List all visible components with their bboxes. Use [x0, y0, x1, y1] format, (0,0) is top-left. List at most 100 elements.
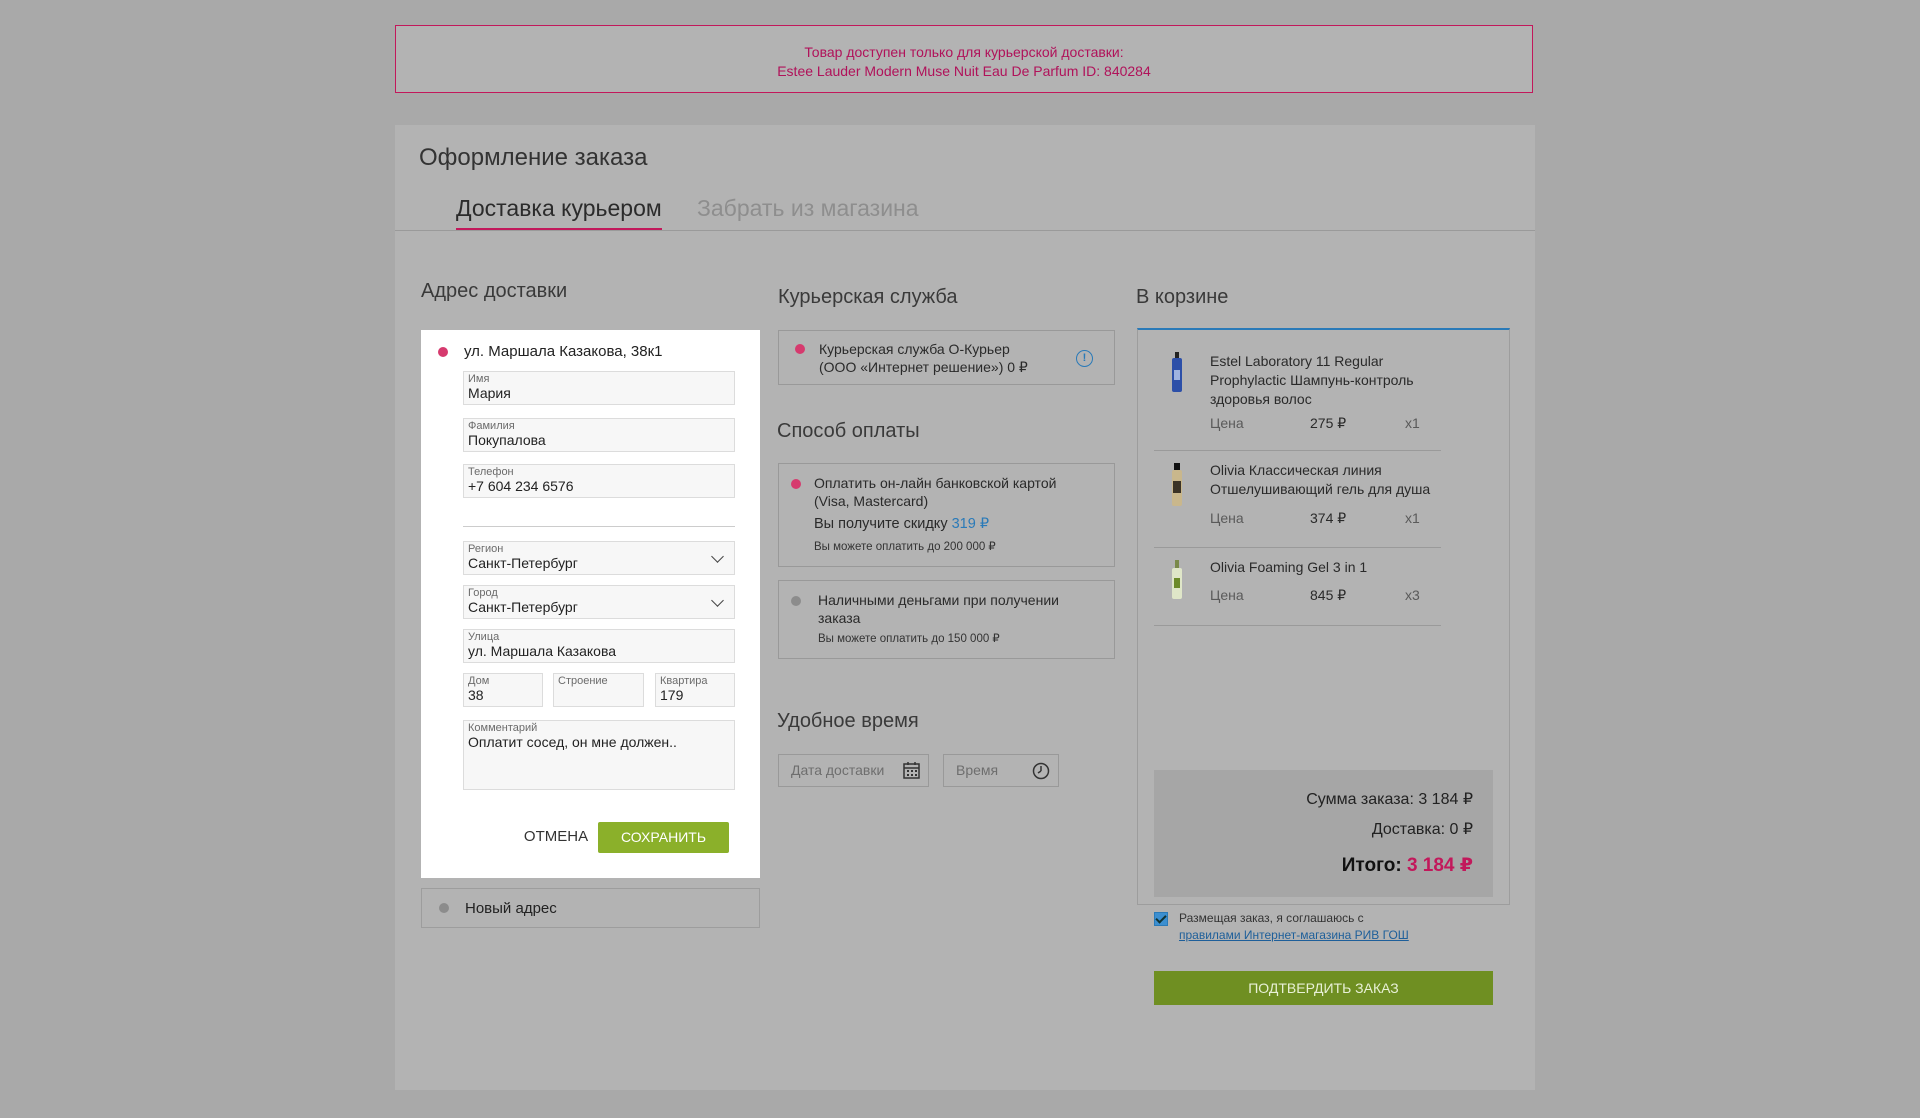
cash-line-2: заказа	[818, 610, 861, 626]
payment-online-option[interactable]: Оплатить он-лайн банковской картой (Visa…	[778, 463, 1115, 567]
delivery-time-placeholder: Время	[956, 762, 999, 778]
radio-selected-icon[interactable]	[791, 479, 801, 489]
tab-store-pickup[interactable]: Забрать из магазина	[697, 195, 919, 228]
radio-selected-icon[interactable]	[438, 346, 448, 357]
cart-item: Olivia Классическая линия Отшелушивающий…	[1154, 450, 1441, 548]
new-address-label: Новый адрес	[465, 899, 557, 917]
page-title: Оформление заказа	[419, 144, 648, 171]
region-value: Санкт-Петербург	[468, 555, 578, 571]
cart-item-qty: x1	[1405, 415, 1420, 431]
payment-cash-option[interactable]: Наличными деньгами при получении заказа …	[778, 580, 1115, 659]
tabs-divider	[395, 230, 1535, 231]
cart-item-name[interactable]: Estel Laboratory 11 Regular Prophylactic…	[1210, 352, 1450, 409]
region-label: Регион	[468, 543, 504, 555]
cart-item-qty: x1	[1405, 510, 1420, 526]
apartment-field[interactable]: Квартира 179	[655, 673, 735, 707]
delivery-date-placeholder: Дата доставки	[791, 762, 885, 778]
calendar-icon[interactable]	[903, 762, 920, 779]
terms-link[interactable]: правилами Интернет-магазина РИВ ГОШ	[1179, 928, 1409, 942]
terms-checkbox[interactable]	[1154, 912, 1168, 926]
cart-item-meta: Цена 374 ₽ x1	[1210, 510, 1420, 526]
save-button[interactable]: СОХРАНИТЬ	[598, 822, 729, 853]
cart-item-meta: Цена 845 ₽ x3	[1210, 587, 1420, 603]
price-label: Цена	[1210, 587, 1244, 603]
house-label: Дом	[468, 675, 490, 687]
cart-item-price: 374 ₽	[1310, 510, 1347, 526]
alert-banner: Товар доступен только для курьерской дос…	[395, 25, 1533, 93]
confirm-order-button[interactable]: ПОДТВЕРДИТЬ ЗАКАЗ	[1154, 971, 1493, 1005]
discount-value: 319 ₽	[951, 516, 990, 532]
cancel-button[interactable]: ОТМЕНА	[506, 821, 606, 853]
first-name-field[interactable]: Имя Мария	[463, 371, 735, 405]
building-field[interactable]: Строение	[553, 673, 644, 707]
cart-item-name[interactable]: Olivia Foaming Gel 3 in 1	[1210, 558, 1450, 577]
city-value: Санкт-Петербург	[468, 599, 578, 615]
form-divider	[463, 526, 735, 527]
region-select[interactable]: Регион Санкт-Петербург	[463, 541, 735, 575]
address-form-panel: ул. Маршала Казакова, 38к1 Имя Мария Фам…	[421, 330, 760, 878]
online-line-1: Оплатить он-лайн банковской картой	[814, 475, 1057, 491]
phone-label: Телефон	[468, 466, 514, 478]
house-value[interactable]: 38	[468, 687, 484, 703]
price-label: Цена	[1210, 510, 1244, 526]
first-name-value[interactable]: Мария	[468, 385, 511, 401]
first-name-label: Имя	[468, 373, 490, 385]
delivery-cost: Доставка: 0 ₽	[1371, 821, 1473, 838]
city-select[interactable]: Город Санкт-Петербург	[463, 585, 735, 619]
comment-value[interactable]: Оплатит сосед, он мне должен..	[468, 734, 677, 750]
payment-section-title: Способ оплаты	[777, 420, 920, 442]
cart-item-price: 845 ₽	[1310, 587, 1347, 603]
cash-line-1: Наличными деньгами при получении	[818, 592, 1059, 608]
street-field[interactable]: Улица ул. Маршала Казакова	[463, 629, 735, 663]
time-section-title: Удобное время	[777, 710, 919, 732]
courier-line-2: (ООО «Интернет решение») 0 ₽	[819, 359, 1028, 375]
street-value[interactable]: ул. Маршала Казакова	[468, 643, 616, 659]
street-label: Улица	[468, 631, 500, 643]
terms-prefix: Размещая заказ, я соглашаюсь с	[1179, 911, 1364, 925]
cart-item-price: 275 ₽	[1310, 415, 1347, 431]
cart-item-meta: Цена 275 ₽ x1	[1210, 415, 1420, 431]
cash-limit: Вы можете оплатить до 150 000 ₽	[818, 633, 1000, 645]
apartment-value[interactable]: 179	[660, 687, 683, 703]
last-name-value[interactable]: Покупалова	[468, 432, 546, 448]
product-thumbnail[interactable]	[1170, 352, 1184, 394]
clock-icon[interactable]	[1032, 762, 1050, 780]
courier-line-1: Курьерская служба О-Курьер	[819, 341, 1010, 357]
comment-textarea[interactable]: Комментарий Оплатит сосед, он мне должен…	[463, 720, 735, 790]
phone-field[interactable]: Телефон +7 604 234 6576	[463, 464, 735, 498]
last-name-label: Фамилия	[468, 420, 515, 432]
delivery-date-input[interactable]: Дата доставки	[778, 754, 929, 787]
building-label: Строение	[558, 675, 608, 687]
order-sum: Сумма заказа: 3 184 ₽	[1306, 791, 1473, 808]
order-total: Итого: 3 184 ₽	[1342, 854, 1473, 877]
phone-value[interactable]: +7 604 234 6576	[468, 478, 574, 494]
radio-unselected-icon[interactable]	[791, 596, 801, 606]
checkout-card: Оформление заказа Доставка курьером Забр…	[395, 125, 1535, 1090]
cart-section-title: В корзине	[1136, 286, 1229, 308]
discount-text: Вы получите скидку 319 ₽	[814, 515, 989, 533]
selected-address-label: ул. Маршала Казакова, 38к1	[464, 343, 663, 360]
info-icon[interactable]: !	[1076, 350, 1093, 367]
tab-courier-delivery[interactable]: Доставка курьером	[456, 195, 662, 230]
chevron-down-icon[interactable]	[711, 594, 724, 607]
selected-address-option[interactable]: ул. Маршала Казакова, 38к1	[438, 343, 663, 360]
courier-section-title: Курьерская служба	[778, 286, 958, 308]
cart-item-name[interactable]: Olivia Классическая линия Отшелушивающий…	[1210, 461, 1450, 499]
online-limit: Вы можете оплатить до 200 000 ₽	[814, 541, 996, 553]
online-line-2: (Visa, Mastercard)	[814, 493, 929, 509]
new-address-option[interactable]: Новый адрес	[421, 888, 760, 928]
courier-option[interactable]: Курьерская служба О-Курьер (ООО «Интерне…	[778, 330, 1115, 385]
product-thumbnail[interactable]	[1170, 463, 1184, 507]
product-thumbnail[interactable]	[1170, 560, 1184, 600]
radio-selected-icon[interactable]	[795, 344, 805, 354]
cart-item: Olivia Foaming Gel 3 in 1 Цена 845 ₽ x3	[1154, 547, 1441, 626]
apartment-label: Квартира	[660, 675, 708, 687]
city-label: Город	[468, 587, 498, 599]
house-field[interactable]: Дом 38	[463, 673, 543, 707]
delivery-time-input[interactable]: Время	[943, 754, 1059, 787]
cart-item: Estel Laboratory 11 Regular Prophylactic…	[1154, 342, 1441, 451]
chevron-down-icon[interactable]	[711, 550, 724, 563]
last-name-field[interactable]: Фамилия Покупалова	[463, 418, 735, 452]
radio-unselected-icon[interactable]	[439, 903, 449, 913]
cart-item-qty: x3	[1405, 587, 1420, 603]
